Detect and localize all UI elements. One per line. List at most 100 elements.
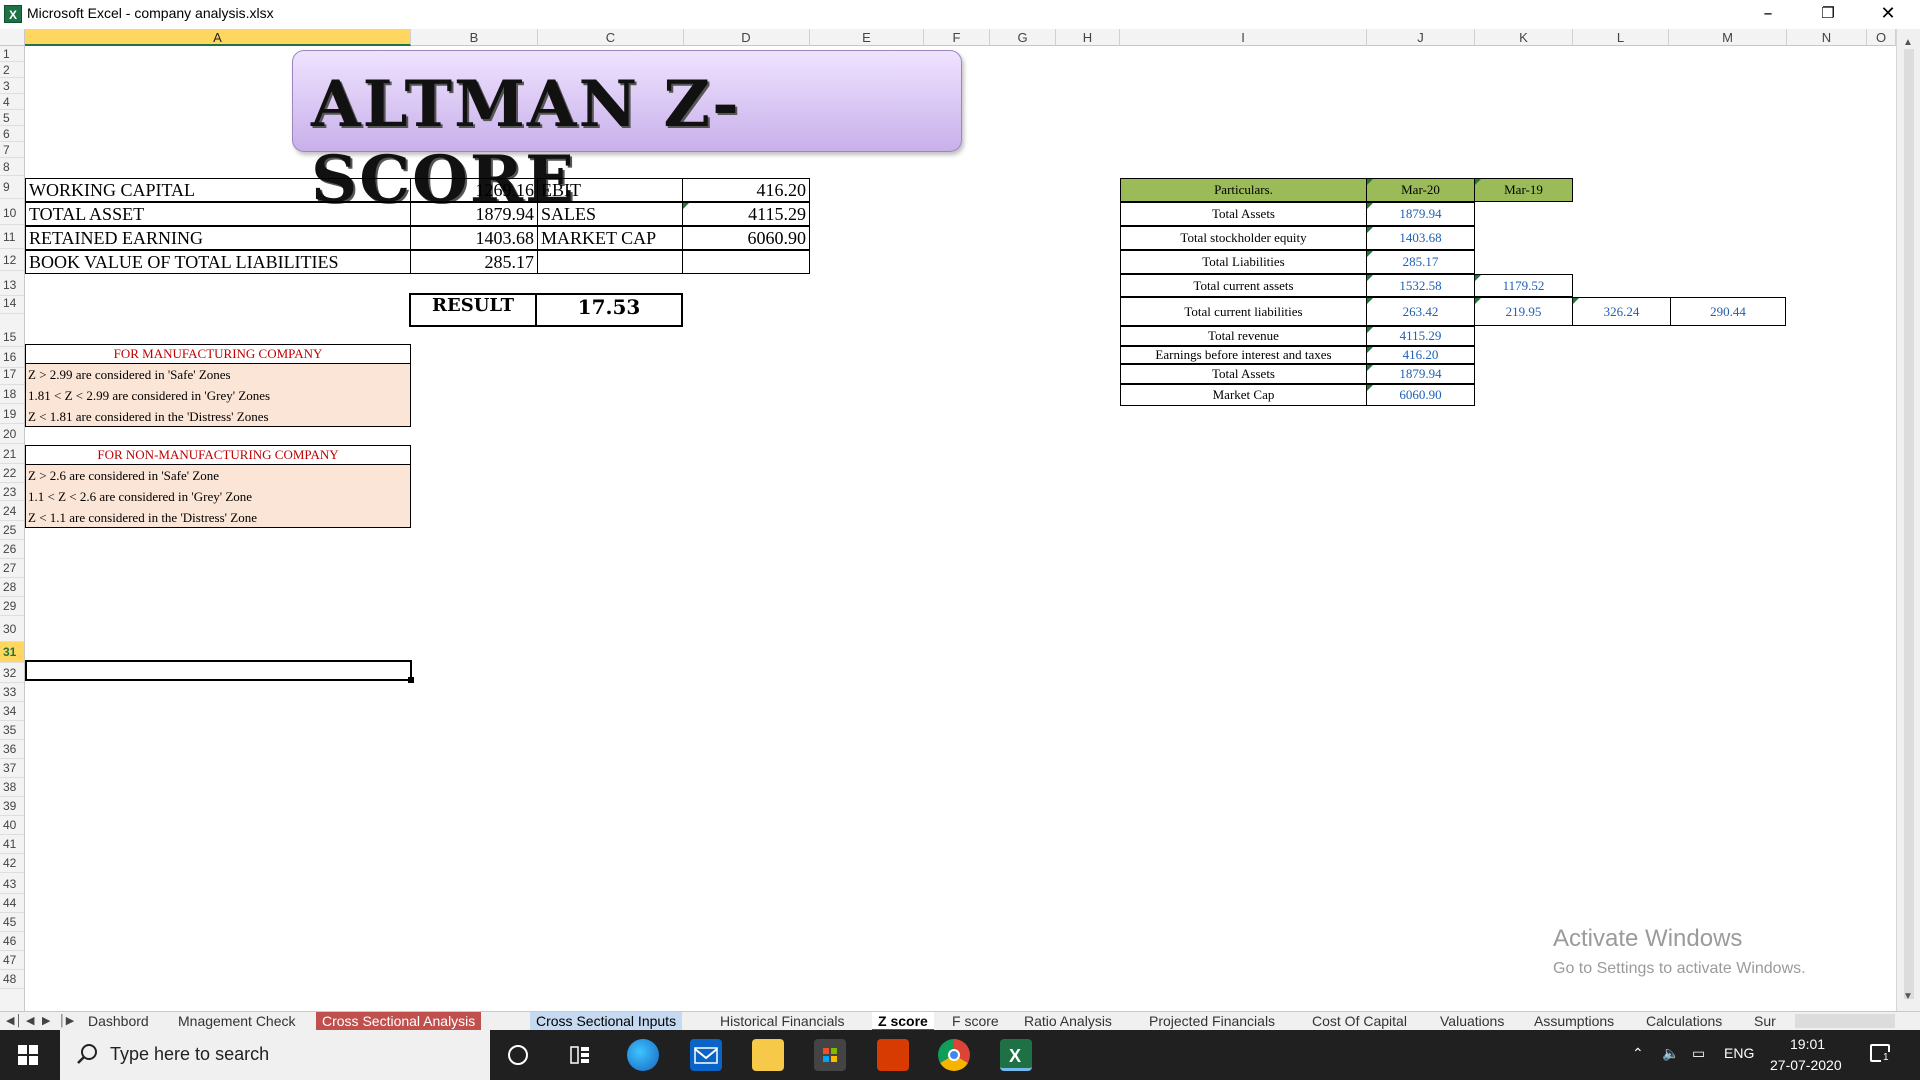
row-header-5[interactable]: 5 bbox=[0, 110, 24, 126]
row-header-31[interactable]: 31 bbox=[0, 642, 24, 663]
sheet-tab[interactable]: Mnagement Check bbox=[172, 1012, 302, 1031]
fill-handle[interactable] bbox=[408, 677, 414, 683]
column-header-l[interactable]: L bbox=[1573, 29, 1669, 46]
column-header-m[interactable]: M bbox=[1669, 29, 1787, 46]
row-header-21[interactable]: 21 bbox=[0, 444, 24, 464]
selected-cell-a31[interactable] bbox=[25, 660, 412, 681]
first-sheet-icon[interactable]: ◀│ bbox=[6, 1014, 22, 1027]
cell-a8[interactable]: WORKING CAPITAL bbox=[25, 178, 411, 202]
row-header-41[interactable]: 41 bbox=[0, 835, 24, 854]
particulars-row-label[interactable]: Total revenue bbox=[1120, 326, 1367, 346]
row-header-43[interactable]: 43 bbox=[0, 874, 24, 894]
sheet-tab[interactable]: Ratio Analysis bbox=[1018, 1012, 1118, 1031]
cell-c9[interactable]: SALES bbox=[537, 202, 683, 226]
column-header-d[interactable]: D bbox=[683, 29, 810, 46]
volume-icon[interactable]: 🔈 bbox=[1662, 1045, 1679, 1062]
minimize-button[interactable]: – bbox=[1745, 0, 1791, 29]
close-button[interactable]: ✕ bbox=[1865, 0, 1911, 29]
row-header-46[interactable]: 46 bbox=[0, 932, 24, 951]
non-manufacturing-line-1[interactable]: Z > 2.6 are considered in 'Safe' Zone bbox=[25, 466, 405, 486]
restore-button[interactable]: ❐ bbox=[1805, 0, 1851, 29]
particulars-row-mar20[interactable]: 416.20 bbox=[1366, 346, 1475, 364]
manufacturing-line-1[interactable]: Z > 2.99 are considered in 'Safe' Zones bbox=[25, 365, 405, 385]
last-sheet-icon[interactable]: │▶ bbox=[58, 1014, 74, 1027]
result-value[interactable]: 17.53 bbox=[535, 293, 683, 327]
cell-a10[interactable]: RETAINED EARNING bbox=[25, 226, 411, 250]
manufacturing-line-2[interactable]: 1.81 < Z < 2.99 are considered in 'Grey'… bbox=[25, 386, 405, 406]
scroll-up-icon[interactable]: ▲ bbox=[1903, 37, 1913, 48]
cell-a9[interactable]: TOTAL ASSET bbox=[25, 202, 411, 226]
task-view-icon[interactable] bbox=[570, 1045, 590, 1065]
row-header-26[interactable]: 26 bbox=[0, 540, 24, 559]
row-header-18[interactable]: 18 bbox=[0, 385, 24, 404]
row-header-11[interactable]: 11 bbox=[0, 225, 24, 249]
non-manufacturing-line-3[interactable]: Z < 1.1 are considered in the 'Distress'… bbox=[25, 508, 405, 528]
particulars-row-col-m[interactable]: 290.44 bbox=[1670, 297, 1786, 326]
row-header-25[interactable]: 25 bbox=[0, 521, 24, 540]
cell-c8[interactable]: EBIT bbox=[537, 178, 683, 202]
sheet-tab[interactable]: Valuations bbox=[1434, 1012, 1510, 1031]
particulars-row-label[interactable]: Earnings before interest and taxes bbox=[1120, 346, 1367, 364]
particulars-row-label[interactable]: Total current liabilities bbox=[1120, 297, 1367, 326]
row-header-44[interactable]: 44 bbox=[0, 894, 24, 913]
battery-icon[interactable]: ▭ bbox=[1692, 1045, 1705, 1062]
row-header-6[interactable]: 6 bbox=[0, 126, 24, 142]
mail-icon[interactable] bbox=[690, 1039, 722, 1071]
cell-c11[interactable] bbox=[537, 250, 683, 274]
particulars-row-label[interactable]: Total Liabilities bbox=[1120, 250, 1367, 274]
row-header-28[interactable]: 28 bbox=[0, 578, 24, 597]
sheet-tab[interactable]: F score bbox=[946, 1012, 1005, 1031]
next-sheet-icon[interactable]: ▶ bbox=[42, 1014, 50, 1027]
row-header-40[interactable]: 40 bbox=[0, 816, 24, 835]
cell-d9[interactable]: 4115.29 bbox=[682, 202, 810, 226]
cell-b10[interactable]: 1403.68 bbox=[410, 226, 538, 250]
particulars-row-col-l[interactable]: 326.24 bbox=[1572, 297, 1671, 326]
excel-taskbar-icon[interactable]: X bbox=[1000, 1039, 1032, 1071]
row-header-45[interactable]: 45 bbox=[0, 913, 24, 932]
row-header-48[interactable]: 48 bbox=[0, 970, 24, 989]
office-icon[interactable] bbox=[877, 1039, 909, 1071]
mar20-header[interactable]: Mar-20 bbox=[1366, 178, 1475, 202]
row-header-29[interactable]: 29 bbox=[0, 597, 24, 616]
chrome-icon[interactable] bbox=[938, 1039, 970, 1071]
row-header-34[interactable]: 34 bbox=[0, 702, 24, 721]
sheet-tab[interactable]: Dashbord bbox=[82, 1012, 155, 1031]
column-header-b[interactable]: B bbox=[411, 29, 538, 46]
particulars-row-label[interactable]: Market Cap bbox=[1120, 384, 1367, 406]
non-manufacturing-line-2[interactable]: 1.1 < Z < 2.6 are considered in 'Grey' Z… bbox=[25, 487, 405, 507]
language-indicator[interactable]: ENG bbox=[1724, 1045, 1754, 1061]
row-header-2[interactable]: 2 bbox=[0, 62, 24, 78]
cortana-icon[interactable] bbox=[508, 1045, 528, 1065]
row-header-1[interactable]: 1 bbox=[0, 46, 24, 62]
particulars-row-label[interactable]: Total current assets bbox=[1120, 274, 1367, 297]
row-header-10[interactable]: 10 bbox=[0, 202, 24, 225]
select-all-corner[interactable] bbox=[0, 29, 25, 46]
clock-time[interactable]: 19:01 bbox=[1790, 1036, 1825, 1052]
column-header-i[interactable]: I bbox=[1120, 29, 1367, 46]
row-header-7[interactable]: 7 bbox=[0, 142, 24, 158]
mar19-header[interactable]: Mar-19 bbox=[1474, 178, 1573, 202]
particulars-row-label[interactable]: Total stockholder equity bbox=[1120, 226, 1367, 250]
particulars-row-label[interactable]: Total Assets bbox=[1120, 202, 1367, 226]
manufacturing-line-3[interactable]: Z < 1.81 are considered in the 'Distress… bbox=[25, 407, 405, 427]
scroll-down-icon[interactable]: ▼ bbox=[1903, 991, 1913, 1002]
row-header-47[interactable]: 47 bbox=[0, 951, 24, 970]
row-header-32[interactable]: 32 bbox=[0, 663, 24, 683]
particulars-row-mar20[interactable]: 1532.58 bbox=[1366, 274, 1475, 297]
horizontal-scrollbar[interactable] bbox=[1795, 1014, 1895, 1028]
row-header-20[interactable]: 20 bbox=[0, 424, 24, 444]
row-header-42[interactable]: 42 bbox=[0, 854, 24, 873]
sheet-tab[interactable]: Cost Of Capital bbox=[1306, 1012, 1413, 1031]
notifications-icon[interactable]: 1 bbox=[1870, 1044, 1891, 1063]
file-explorer-icon[interactable] bbox=[752, 1039, 784, 1071]
taskbar-search-box[interactable]: Type here to search bbox=[60, 1030, 490, 1080]
column-header-e[interactable]: E bbox=[810, 29, 924, 46]
manufacturing-heading[interactable]: FOR MANUFACTURING COMPANY bbox=[25, 344, 411, 364]
particulars-row-mar20[interactable]: 4115.29 bbox=[1366, 326, 1475, 346]
column-header-j[interactable]: J bbox=[1367, 29, 1475, 46]
column-header-a[interactable]: A bbox=[25, 29, 411, 46]
row-header-33[interactable]: 33 bbox=[0, 683, 24, 702]
row-header-37[interactable]: 37 bbox=[0, 759, 24, 778]
edge-icon[interactable] bbox=[627, 1039, 659, 1071]
cell-d11[interactable] bbox=[682, 250, 810, 274]
